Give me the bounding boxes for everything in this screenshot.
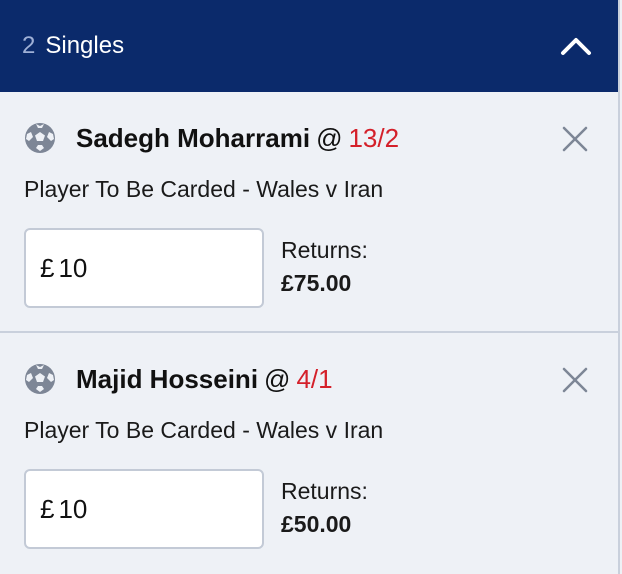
stake-value: 10 (58, 493, 88, 524)
football-icon (25, 123, 55, 153)
currency-symbol: £ (40, 493, 55, 524)
returns-label: Returns: (281, 478, 368, 504)
header-title: 2 Singles (22, 32, 124, 60)
returns-block: Returns: £50.00 (281, 475, 368, 542)
singles-label: Singles (45, 32, 125, 59)
selection-line: Majid Hosseini @4/1 (76, 364, 333, 395)
football-icon (25, 364, 55, 394)
selection-name: Sadegh Moharrami (76, 122, 311, 153)
bet-item: Sadegh Moharrami @13/2 Player To Be Carde… (0, 92, 618, 333)
currency-symbol: £ (40, 252, 55, 283)
returns-value: £50.00 (281, 511, 352, 538)
close-icon[interactable] (560, 365, 590, 395)
singles-count: 2 (22, 32, 36, 59)
market-description: Player To Be Carded - Wales v Iran (24, 176, 384, 202)
chevron-up-icon (561, 38, 591, 55)
bet-slip-panel: 2 Singles Sadegh Moharrami @13/2 Player … (0, 0, 620, 574)
singles-header[interactable]: 2 Singles (0, 0, 618, 92)
odds: 13/2 (348, 122, 400, 153)
selection-name: Majid Hosseini (76, 363, 259, 394)
market-description: Player To Be Carded - Wales v Iran (24, 417, 384, 443)
returns-block: Returns: £75.00 (281, 234, 368, 301)
collapse-button[interactable] (558, 28, 594, 64)
close-icon[interactable] (560, 124, 590, 154)
stake-input[interactable]: £10 (24, 228, 264, 308)
stake-value: 10 (58, 252, 88, 283)
bet-header: Sadegh Moharrami @13/2 (24, 122, 594, 154)
at-symbol: @ (316, 122, 343, 153)
at-symbol: @ (264, 363, 291, 394)
selection-line: Sadegh Moharrami @13/2 (76, 123, 399, 154)
odds: 4/1 (296, 363, 333, 394)
bet-header: Majid Hosseini @4/1 (24, 363, 594, 395)
returns-label: Returns: (281, 237, 368, 263)
bet-item: Majid Hosseini @4/1 Player To Be Carded -… (0, 333, 618, 574)
stake-input[interactable]: £10 (24, 469, 264, 549)
returns-value: £75.00 (281, 270, 352, 297)
